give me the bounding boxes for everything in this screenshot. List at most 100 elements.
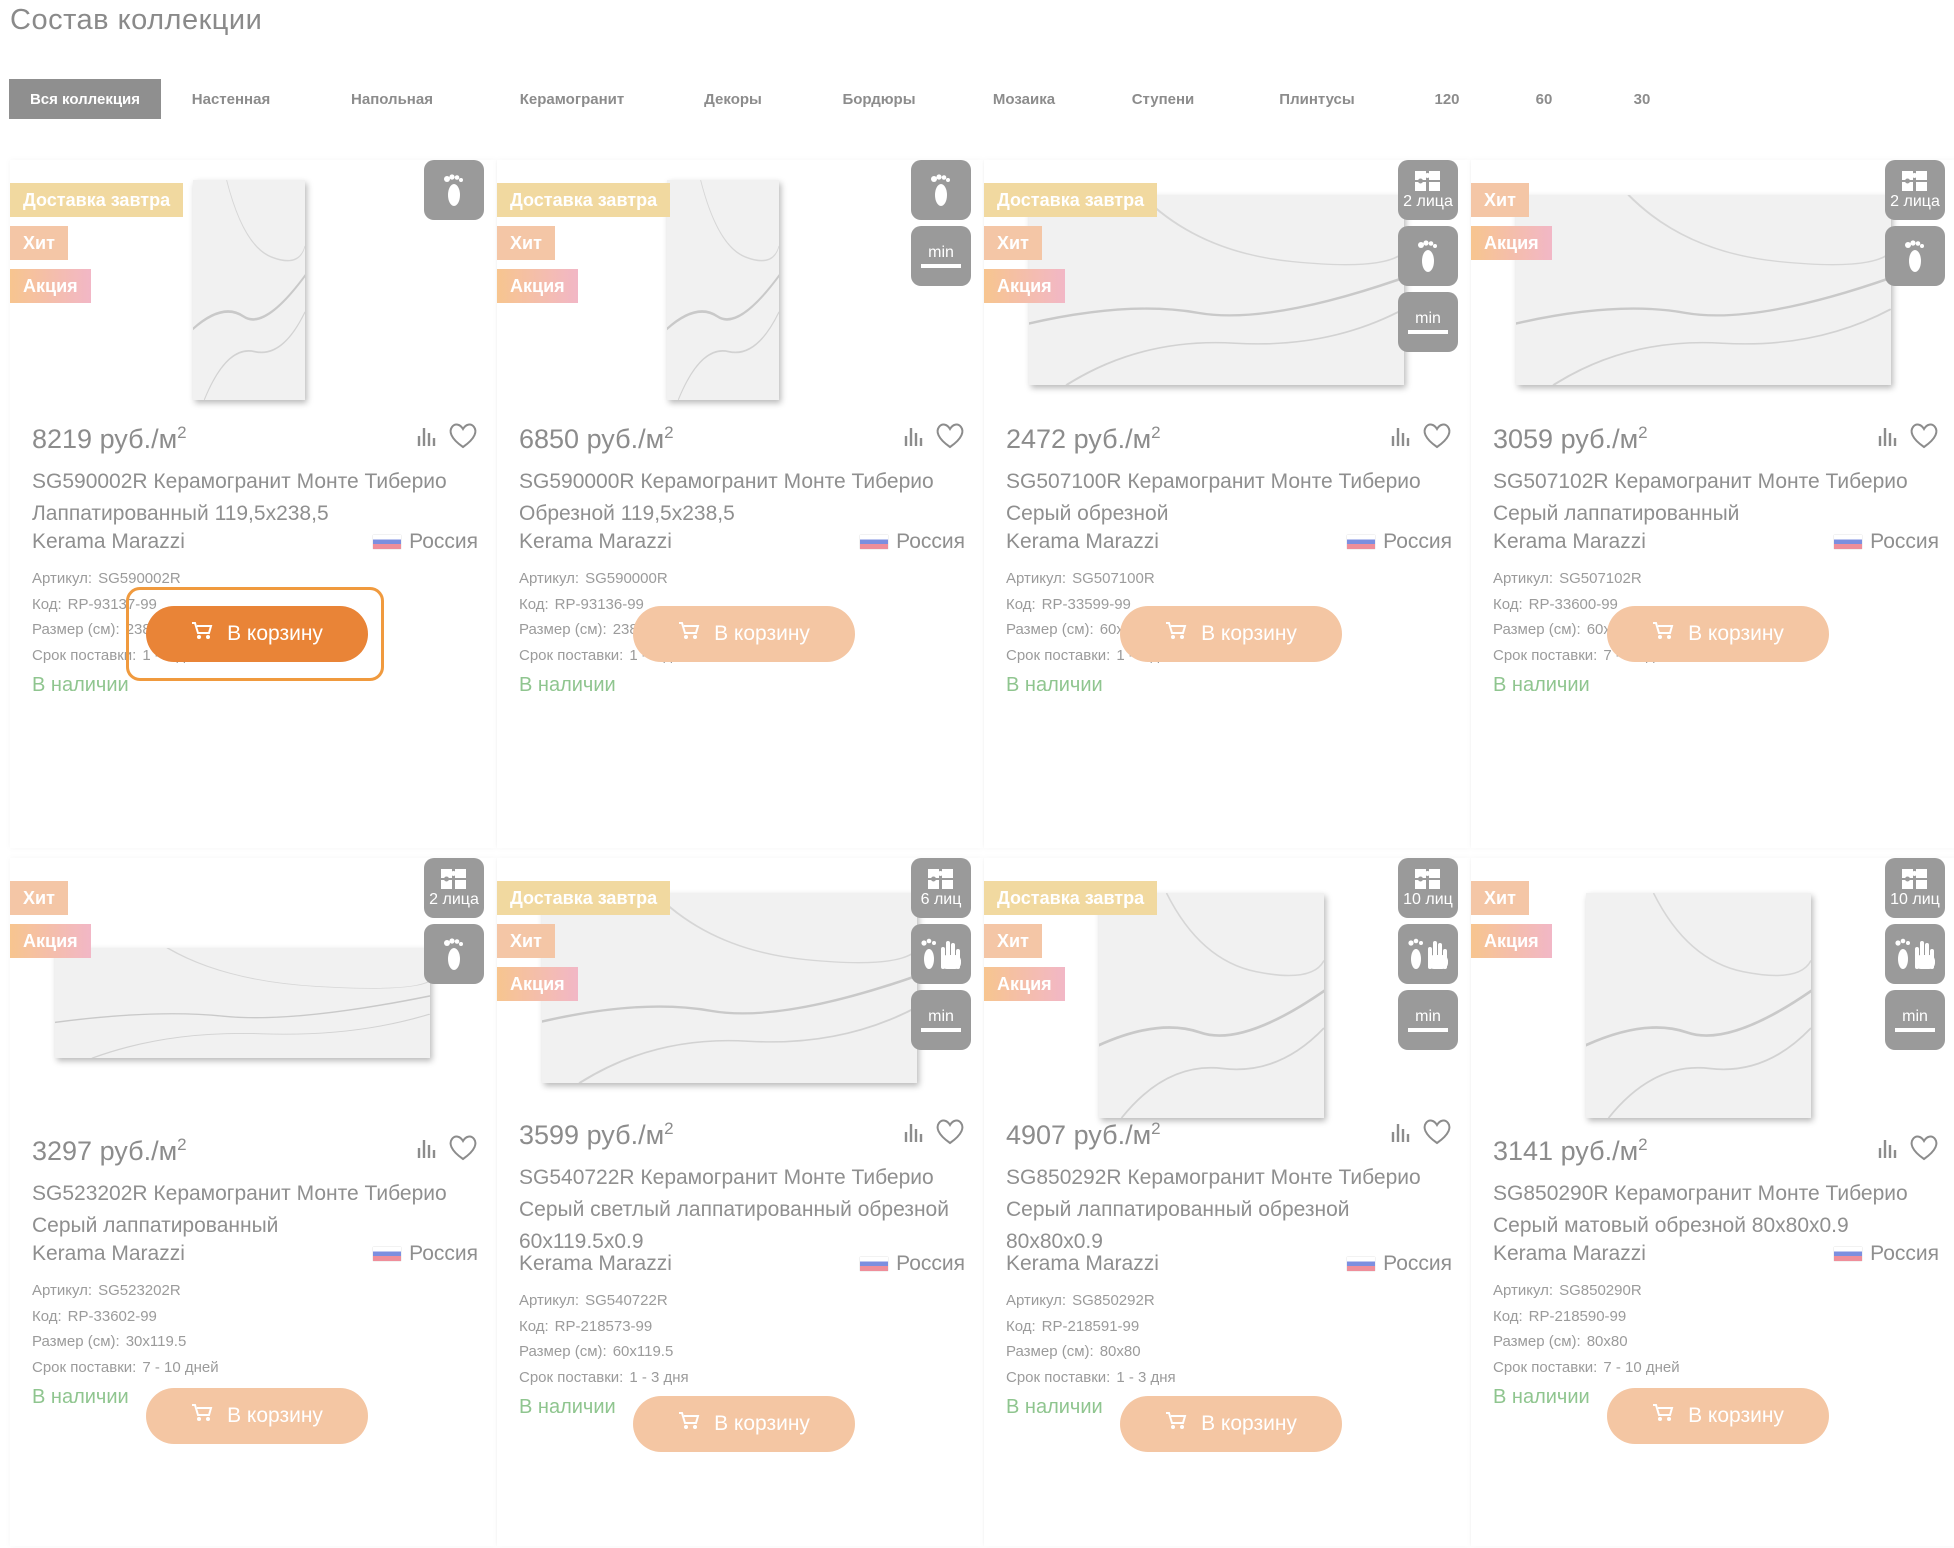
spec-size: Размер (см): 60x119.5 xyxy=(519,1343,673,1360)
card-actions xyxy=(903,422,965,455)
spec-label: Размер (см): xyxy=(519,621,607,638)
compare-icon[interactable] xyxy=(416,425,438,452)
product-name[interactable]: SG540722R Керамогранит Монте Тиберио Сер… xyxy=(519,1162,965,1258)
brand-name[interactable]: Kerama Marazzi xyxy=(1493,530,1646,554)
hands-icon[interactable] xyxy=(1885,924,1945,984)
spec-value: 60x119.5 xyxy=(612,1343,674,1360)
faces-count-icon[interactable]: 2 лица xyxy=(1398,160,1458,220)
spec-label: Срок поставки: xyxy=(519,646,624,664)
brand-name[interactable]: Kerama Marazzi xyxy=(519,1252,672,1276)
price-unit-sup: 2 xyxy=(664,1118,674,1138)
spec-label: Код: xyxy=(1493,1307,1523,1325)
add-to-cart-button[interactable]: В корзину xyxy=(1120,606,1342,662)
favorite-heart-icon[interactable] xyxy=(1909,422,1939,455)
add-to-cart-button[interactable]: В корзину xyxy=(1607,606,1829,662)
favorite-heart-icon[interactable] xyxy=(1909,1134,1939,1167)
add-to-cart-button[interactable]: В корзину xyxy=(1120,1396,1342,1452)
cart-icon xyxy=(1165,1411,1187,1437)
compare-icon[interactable] xyxy=(416,1137,438,1164)
brand-row: Kerama Marazzi Россия xyxy=(519,530,965,554)
product-name[interactable]: SG850290R Керамогранит Монте Тиберио Сер… xyxy=(1493,1178,1939,1242)
brand-row: Kerama Marazzi Россия xyxy=(1493,1242,1939,1266)
collection-tabs: Вся коллекция Настенная Напольная Керамо… xyxy=(9,79,1657,119)
stock-status: В наличии xyxy=(1006,1396,1103,1418)
foot-icon[interactable] xyxy=(911,160,971,220)
spec-article: Артикул: SG540722R xyxy=(519,1292,668,1309)
favorite-heart-icon[interactable] xyxy=(448,422,478,455)
add-to-cart-button[interactable]: В корзину xyxy=(1607,1388,1829,1444)
faces-count-icon[interactable]: 6 лиц xyxy=(911,858,971,918)
add-to-cart-button[interactable]: В корзину xyxy=(633,606,855,662)
add-to-cart-button[interactable]: В корзину xyxy=(633,1396,855,1452)
compare-icon[interactable] xyxy=(1390,425,1412,452)
brand-name[interactable]: Kerama Marazzi xyxy=(519,530,672,554)
tab-all-collection[interactable]: Вся коллекция xyxy=(9,79,161,119)
product-image[interactable] xyxy=(1586,893,1811,1118)
add-to-cart-button[interactable]: В корзину xyxy=(146,1388,368,1444)
tab-borders[interactable]: Бордюры xyxy=(829,79,929,119)
foot-icon[interactable] xyxy=(424,160,484,220)
foot-icon[interactable] xyxy=(424,924,484,984)
hands-icon[interactable] xyxy=(911,924,971,984)
min-thickness-icon[interactable]: min xyxy=(911,990,971,1050)
min-thickness-icon[interactable]: min xyxy=(1398,292,1458,352)
faces-count-icon[interactable]: 10 лиц xyxy=(1885,858,1945,918)
brand-name[interactable]: Kerama Marazzi xyxy=(32,530,185,554)
tab-60[interactable]: 60 xyxy=(1529,79,1559,119)
faces-count-icon[interactable]: 2 лица xyxy=(424,858,484,918)
tab-wall[interactable]: Настенная xyxy=(175,79,287,119)
compare-icon[interactable] xyxy=(1877,425,1899,452)
compare-icon[interactable] xyxy=(1390,1121,1412,1148)
faces-count-icon[interactable]: 10 лиц xyxy=(1398,858,1458,918)
foot-icon[interactable] xyxy=(1885,226,1945,286)
compare-icon[interactable] xyxy=(903,425,925,452)
spec-label: Срок поставки: xyxy=(519,1368,624,1386)
product-name[interactable]: SG507102R Керамогранит Монте Тиберио Сер… xyxy=(1493,466,1939,530)
spec-article: Артикул: SG507102R xyxy=(1493,570,1642,587)
product-name[interactable]: SG523202R Керамогранит Монте Тиберио Сер… xyxy=(32,1178,478,1242)
faces-count-icon[interactable]: 2 лица xyxy=(1885,160,1945,220)
brand-name[interactable]: Kerama Marazzi xyxy=(1006,1252,1159,1276)
faces-count-label: 2 лица xyxy=(429,891,479,908)
spec-label: Код: xyxy=(32,1307,62,1325)
brand-name[interactable]: Kerama Marazzi xyxy=(1493,1242,1646,1266)
tab-skirting[interactable]: Плинтусы xyxy=(1269,79,1365,119)
tab-30[interactable]: 30 xyxy=(1627,79,1657,119)
country-name: Россия xyxy=(1383,1252,1452,1275)
brand-name[interactable]: Kerama Marazzi xyxy=(32,1242,185,1266)
tab-mosaic[interactable]: Мозаика xyxy=(979,79,1069,119)
tab-decors[interactable]: Декоры xyxy=(693,79,773,119)
tab-120[interactable]: 120 xyxy=(1427,79,1467,119)
add-to-cart-button[interactable]: В корзину xyxy=(146,606,368,662)
favorite-heart-icon[interactable] xyxy=(935,422,965,455)
card-actions xyxy=(1877,1134,1939,1167)
product-image[interactable] xyxy=(1516,195,1891,385)
compare-icon[interactable] xyxy=(1877,1137,1899,1164)
spec-size: Размер (см): 80x80 xyxy=(1006,1343,1141,1360)
hands-icon[interactable] xyxy=(1398,924,1458,984)
product-image[interactable] xyxy=(55,948,430,1058)
compare-icon[interactable] xyxy=(903,1121,925,1148)
country-name: Россия xyxy=(1383,530,1452,553)
favorite-heart-icon[interactable] xyxy=(1422,1118,1452,1151)
product-name[interactable]: SG590000R Керамогранит Монте Тиберио Обр… xyxy=(519,466,965,530)
product-image[interactable] xyxy=(667,180,779,400)
favorite-heart-icon[interactable] xyxy=(1422,422,1452,455)
min-thickness-icon[interactable]: min xyxy=(911,226,971,286)
favorite-heart-icon[interactable] xyxy=(448,1134,478,1167)
foot-icon[interactable] xyxy=(1398,226,1458,286)
brand-name[interactable]: Kerama Marazzi xyxy=(1006,530,1159,554)
tab-porcelain[interactable]: Керамогранит xyxy=(505,79,639,119)
product-name[interactable]: SG507100R Керамогранит Монте Тиберио Сер… xyxy=(1006,466,1452,530)
tab-floor[interactable]: Напольная xyxy=(337,79,447,119)
tab-steps[interactable]: Ступени xyxy=(1121,79,1205,119)
product-image[interactable] xyxy=(193,180,305,400)
favorite-heart-icon[interactable] xyxy=(935,1118,965,1151)
min-thickness-icon[interactable]: min xyxy=(1885,990,1945,1050)
sale-badge: Акция xyxy=(1471,924,1552,958)
min-thickness-icon[interactable]: min xyxy=(1398,990,1458,1050)
sale-badge: Акция xyxy=(497,967,578,1001)
product-name[interactable]: SG590002R Керамогранит Монте Тиберио Лап… xyxy=(32,466,478,530)
product-name[interactable]: SG850292R Керамогранит Монте Тиберио Сер… xyxy=(1006,1162,1452,1258)
stock-status: В наличии xyxy=(32,1386,129,1408)
